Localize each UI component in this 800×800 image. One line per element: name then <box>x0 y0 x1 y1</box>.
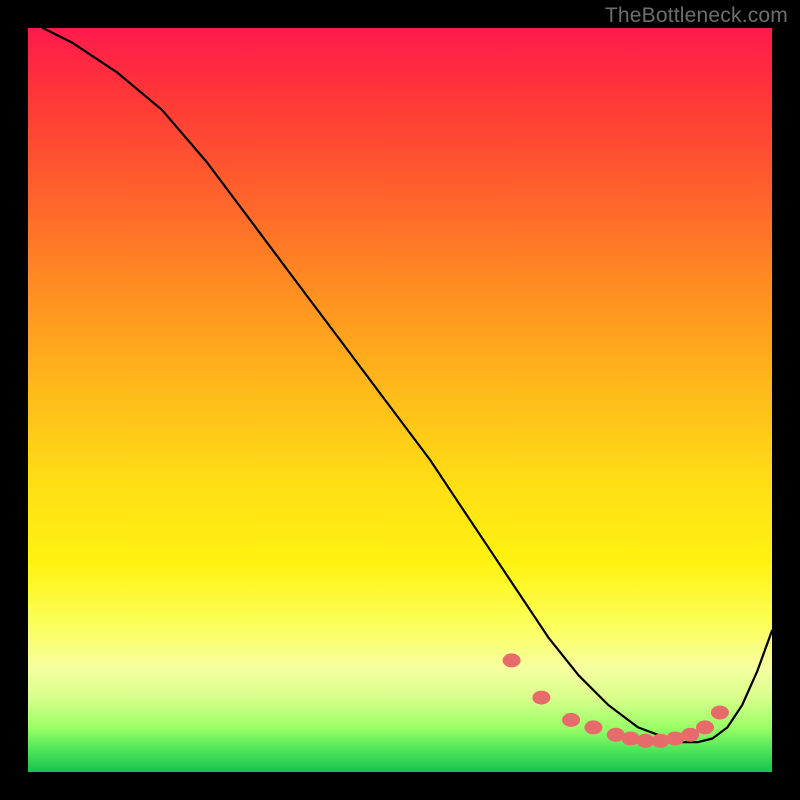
highlight-dot <box>622 732 640 746</box>
chart-frame: TheBottleneck.com <box>0 0 800 800</box>
highlight-dot <box>681 728 699 742</box>
highlight-dot <box>532 691 550 705</box>
highlight-dot <box>562 713 580 727</box>
bottleneck-curve <box>43 28 772 742</box>
curve-layer <box>28 28 772 772</box>
highlight-dot <box>711 706 729 720</box>
highlight-dot <box>584 720 602 734</box>
highlight-dot <box>503 653 521 667</box>
optimal-region-dots <box>503 653 729 747</box>
highlight-dot <box>651 734 669 748</box>
watermark-label: TheBottleneck.com <box>605 4 788 28</box>
plot-area <box>28 28 772 772</box>
highlight-dot <box>696 720 714 734</box>
